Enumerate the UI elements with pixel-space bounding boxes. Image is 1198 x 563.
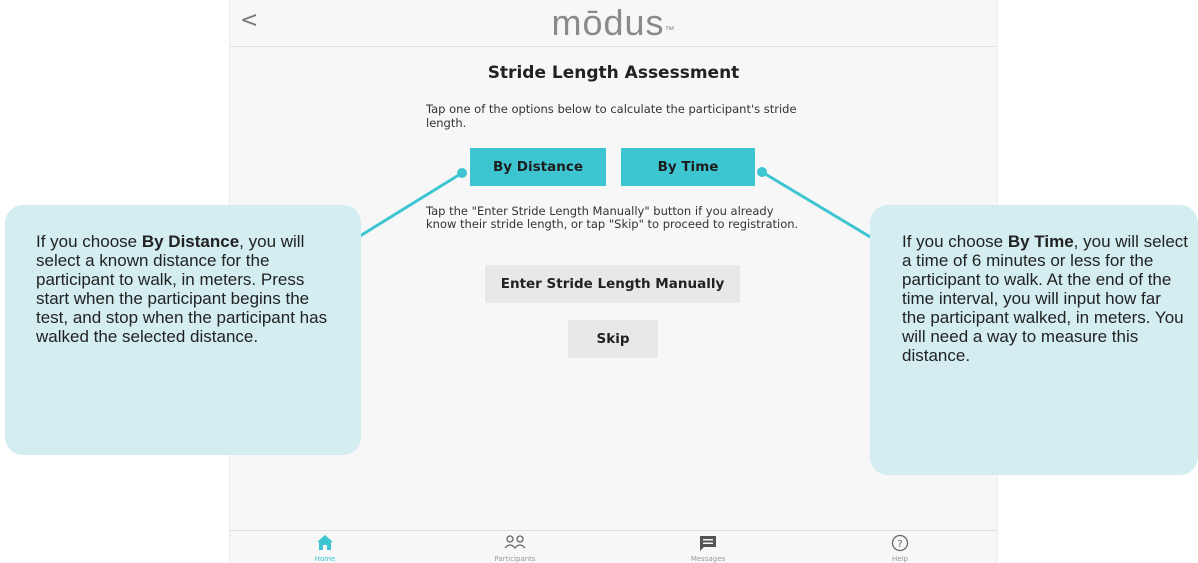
logo-text: mōdus — [551, 2, 665, 43]
by-distance-button[interactable]: By Distance — [470, 148, 606, 186]
svg-text:?: ? — [897, 539, 902, 550]
callout-text: If you choose — [902, 232, 1008, 251]
home-icon — [317, 535, 333, 550]
intro-text: Tap one of the options below to calculat… — [426, 102, 797, 130]
tab-participants[interactable]: Participants — [455, 531, 575, 563]
messages-icon — [700, 536, 716, 551]
callout-text: If you choose — [36, 232, 142, 251]
callout-bold: By Distance — [141, 232, 240, 251]
enter-stride-manually-button[interactable]: Enter Stride Length Manually — [485, 265, 740, 303]
page-title: Stride Length Assessment — [487, 63, 740, 83]
by-distance-callout: If you choose By Distance, you will sele… — [5, 205, 361, 455]
logo-tm: ™ — [664, 25, 676, 36]
modus-logo: mōdus™ — [230, 2, 997, 44]
by-time-button[interactable]: By Time — [621, 148, 755, 186]
skip-button[interactable]: Skip — [568, 320, 658, 358]
help-icon: ? — [891, 534, 909, 552]
manual-instruction-text: Tap the "Enter Stride Length Manually" b… — [426, 204, 799, 231]
header-bar: < mōdus™ — [230, 0, 997, 47]
tab-messages[interactable]: Messages — [648, 531, 768, 563]
tab-bar: Home Participants Messages ? Help — [230, 530, 997, 563]
callout-text: , you will select a time of 6 minutes or… — [902, 232, 1188, 365]
by-time-callout: If you choose By Time, you will select a… — [870, 205, 1198, 475]
tab-home[interactable]: Home — [265, 531, 385, 563]
tab-help[interactable]: ? Help — [840, 531, 960, 563]
participants-icon — [504, 535, 526, 550]
callout-bold: By Time — [1007, 232, 1074, 251]
